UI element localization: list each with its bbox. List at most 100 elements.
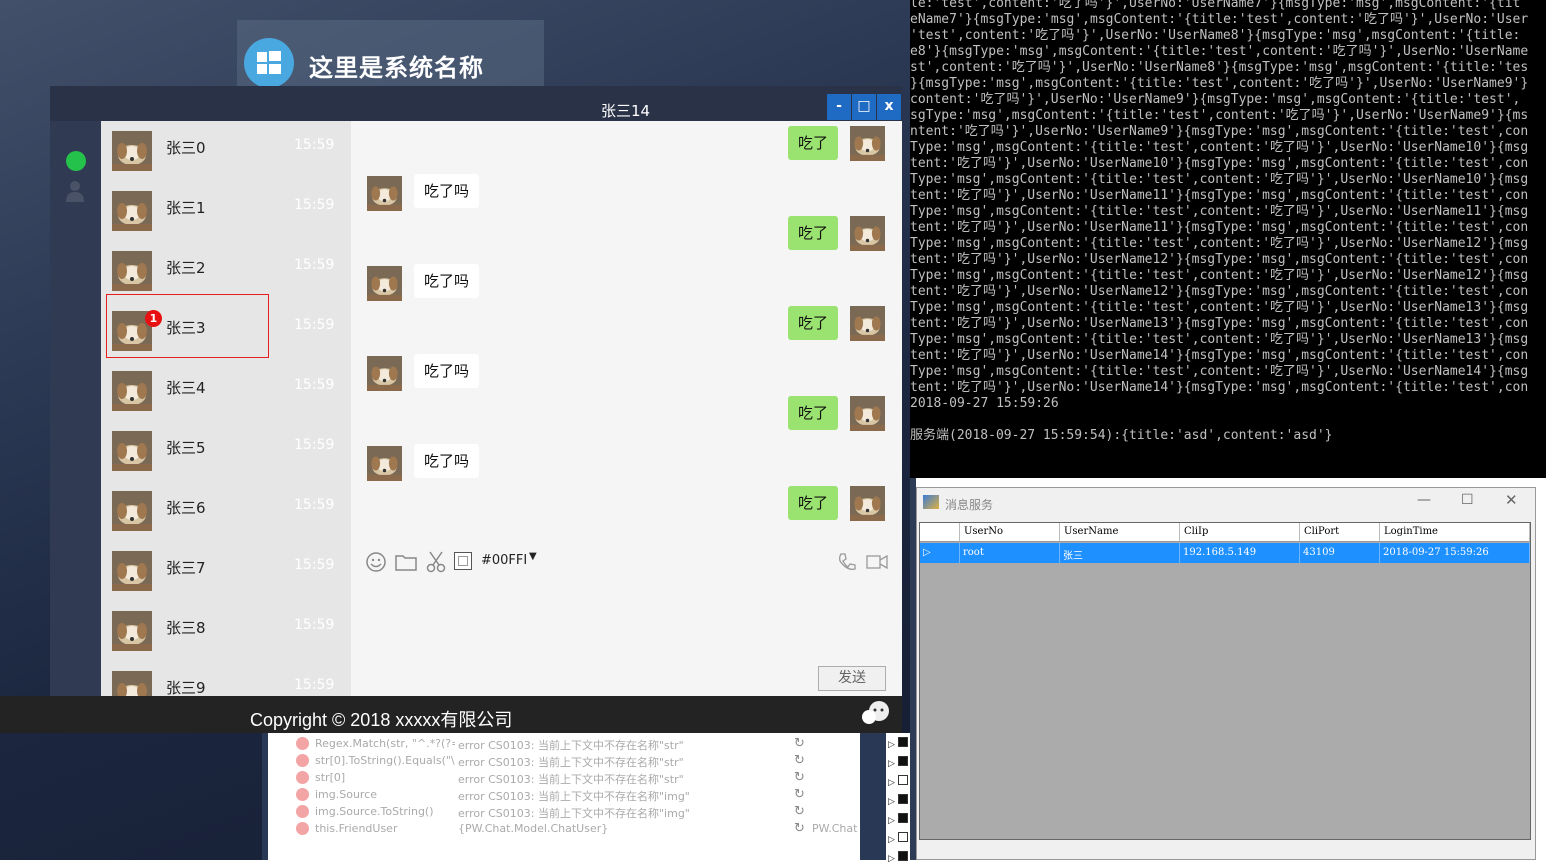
console-line: Type:'msg',msgContent:'{title:'test',con… [910,364,1529,379]
tree-row-checkbox[interactable]: ▷ [888,737,908,750]
chat-titlebar[interactable]: 张三14 - □ x [50,94,902,121]
minimize-button[interactable]: - [827,94,851,120]
contact-item[interactable]: 张三0 15:59 [101,121,351,181]
sent-message: 吃了 [787,216,838,250]
contact-item[interactable]: 张三8 15:59 [101,601,351,661]
contact-time: 15:59 [294,437,335,453]
grid-cell[interactable]: 192.168.5.149 [1180,543,1300,563]
grid-cell[interactable]: 2018-09-27 15:59:26 [1380,543,1530,563]
color-value[interactable]: #00FFI [481,553,527,568]
phone-icon[interactable] [837,552,857,572]
tree-row-checkbox[interactable]: ▷ [888,756,908,769]
watch-row[interactable]: img.Source.ToString() error CS0103: 当前上下… [268,803,858,820]
close-button[interactable]: x [877,94,901,120]
received-message: 吃了吗 [414,354,480,388]
error-icon [296,754,309,767]
watch-value: error CS0103: 当前上下文中不存在名称"str" [458,756,684,769]
color-swatch[interactable] [454,552,472,570]
contact-name: 张三8 [166,619,206,637]
grid-cell[interactable]: 43109 [1300,543,1380,563]
watch-value: error CS0103: 当前上下文中不存在名称"str" [458,773,684,786]
message-area: 吃了 吃了吗 吃了 吃了吗 吃了 吃了吗 吃了 吃了吗 吃了 [351,121,902,547]
contact-name: 张三5 [166,439,206,457]
contact-item[interactable]: 张三4 15:59 [101,361,351,421]
folder-icon[interactable] [395,553,417,571]
console-line: tent:'吃了吗'}',UserNo:'UserName10'}{msgTyp… [910,156,1529,171]
watch-row[interactable]: Regex.Match(str, "^.*?(?=\ error CS0103:… [268,735,858,752]
watch-row[interactable]: this.FriendUser {PW.Chat.Model.ChatUser}… [268,820,858,837]
avatar [112,611,152,651]
refresh-icon[interactable]: ↻ [794,821,805,836]
tree-row-checkbox[interactable]: ▷ [888,794,908,807]
contact-name: 张三6 [166,499,206,517]
message-avatar [850,486,885,521]
scissors-icon[interactable] [426,551,446,573]
contact-item[interactable]: 张三9 15:59 [101,661,351,696]
contact-item[interactable]: 张三5 15:59 [101,421,351,481]
grid-cell[interactable]: 张三 [1060,543,1180,563]
tree-row-checkbox[interactable]: ▷ [888,851,908,864]
watch-value: error CS0103: 当前上下文中不存在名称"str" [458,739,684,752]
wechat-icon[interactable] [860,700,892,726]
video-icon[interactable] [866,555,888,569]
chat-bubble-icon[interactable] [66,151,86,171]
message-avatar [850,396,885,431]
error-icon [296,788,309,801]
refresh-icon[interactable]: ↻ [794,804,805,819]
watch-name: str[0].ToString().Equals("\r [315,754,455,767]
console-line: 服务端(2018-09-27 15:59:54):{title:'asd',co… [910,428,1333,443]
contact-time: 15:59 [294,257,335,273]
watch-row[interactable]: img.Source error CS0103: 当前上下文中不存在名称"img… [268,786,858,803]
contact-time: 15:59 [294,557,335,573]
tree-row-checkbox[interactable]: ▷ [888,832,908,845]
avatar [112,251,152,291]
contact-item[interactable]: 张三2 15:59 [101,241,351,301]
contact-name: 张三9 [166,679,206,696]
sent-message: 吃了 [787,396,838,430]
grid-header[interactable]: LoginTime [1380,523,1530,542]
unread-badge: 1 [145,310,162,327]
contact-item[interactable]: 张三1 15:59 [101,181,351,241]
avatar [112,131,152,171]
refresh-icon[interactable]: ↻ [794,753,805,768]
refresh-icon[interactable]: ↻ [794,787,805,802]
grid-header[interactable]: UserName [1060,523,1180,542]
contact-item[interactable]: 张三7 15:59 [101,541,351,601]
grid-cell[interactable]: root [960,543,1060,563]
row-indicator[interactable]: ▷ [920,543,960,563]
console-line: le:'test',content:'吃了吗'}',UserNo:'UserNa… [910,0,1521,11]
selection-highlight [106,294,269,358]
refresh-icon[interactable]: ↻ [794,736,805,751]
contact-item[interactable]: 张三6 15:59 [101,481,351,541]
close-button[interactable]: ✕ [1505,491,1518,509]
minimize-button[interactable]: — [1417,492,1431,508]
sent-message: 吃了 [787,306,838,340]
tree-row-checkbox[interactable]: ▷ [888,775,908,788]
grid-header[interactable]: CliIp [1180,523,1300,542]
message-service-window: 消息服务 — ☐ ✕ UserNo UserName CliIp CliPort Log… [916,487,1536,860]
contact-name: 张三2 [166,259,206,277]
system-name: 这里是系统名称 [309,54,484,82]
contact-time: 15:59 [294,677,335,693]
grid-header[interactable]: UserNo [960,523,1060,542]
watch-row[interactable]: str[0] error CS0103: 当前上下文中不存在名称"str" ↻ [268,769,858,786]
refresh-icon[interactable]: ↻ [794,770,805,785]
grid-header[interactable]: CliPort [1300,523,1380,542]
user-grid[interactable]: UserNo UserName CliIp CliPort LoginTime ▷ root… [919,522,1531,840]
color-dropdown-icon[interactable]: ▼ [529,551,537,562]
console-window: le:'test',content:'吃了吗'}',UserNo:'UserNa… [910,0,1546,478]
tree-row-checkbox[interactable]: ▷ [888,813,908,826]
send-button[interactable]: 发送 [818,666,886,691]
maximize-button[interactable]: ☐ [1461,492,1474,508]
grid-corner [920,523,960,542]
console-line: tent:'吃了吗'}',UserNo:'UserName14'}{msgTyp… [910,348,1529,363]
sent-message: 吃了 [787,126,838,160]
contacts-icon[interactable] [66,180,84,202]
contact-time: 15:59 [294,497,335,513]
watch-row[interactable]: str[0].ToString().Equals("\r error CS010… [268,752,858,769]
contact-name: 张三1 [166,199,206,217]
contact-name: 张三4 [166,379,206,397]
emoji-icon[interactable] [366,552,386,572]
maximize-button[interactable]: □ [852,94,876,120]
sent-message: 吃了 [787,486,838,520]
